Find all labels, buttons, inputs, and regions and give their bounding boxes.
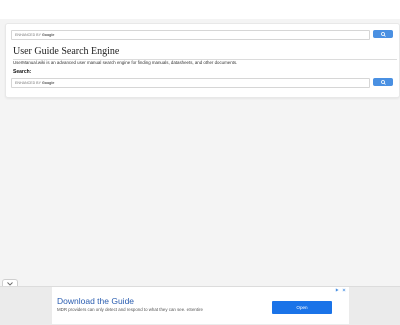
search-label: Search: (13, 69, 32, 75)
search-icon (380, 31, 386, 37)
search-branding: ENHANCED BYGoogle (15, 80, 54, 86)
chevron-down-icon (7, 281, 13, 286)
close-icon[interactable] (342, 288, 346, 292)
search-branding: ENHANCED BYGoogle (15, 32, 54, 38)
ad-description: MDR providers can only detect and respon… (57, 307, 203, 312)
ad-title[interactable]: Download the Guide (57, 296, 134, 306)
top-search-input[interactable]: ENHANCED BYGoogle (11, 30, 370, 40)
main-search-input[interactable]: ENHANCED BYGoogle (11, 78, 370, 88)
ad-open-button[interactable]: Open (272, 301, 332, 314)
banner-ad[interactable]: Download the Guide MDR providers can onl… (52, 287, 349, 324)
powered-by-text: ENHANCED BY (15, 81, 41, 85)
main-search-button[interactable] (373, 78, 393, 86)
adchoices-icon[interactable] (335, 288, 339, 292)
search-card: ENHANCED BYGoogle User Guide Search Engi… (5, 23, 400, 98)
search-icon (380, 79, 386, 85)
page-description: UserManual.wiki is an advanced user manu… (13, 60, 238, 65)
page-title: User Guide Search Engine (13, 46, 120, 57)
google-brand-text: Google (41, 33, 55, 37)
top-search-button[interactable] (373, 30, 393, 38)
ad-controls (335, 288, 346, 292)
top-bar (0, 0, 400, 19)
google-brand-text: Google (41, 81, 55, 85)
powered-by-text: ENHANCED BY (15, 33, 41, 37)
